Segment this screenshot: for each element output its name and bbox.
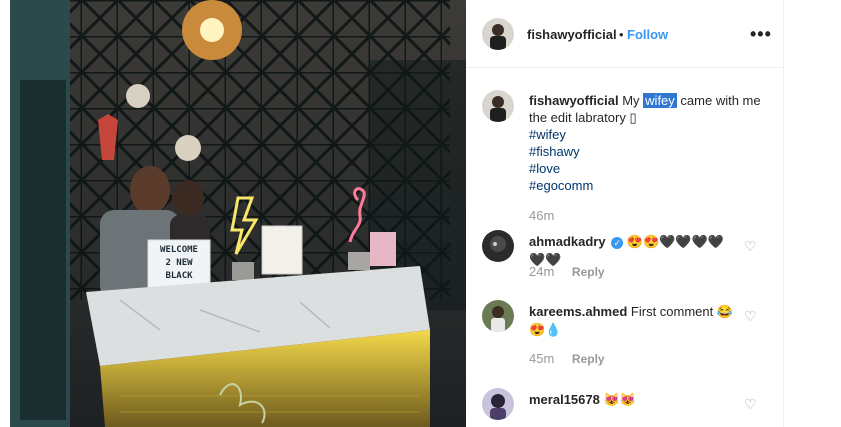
- post-side-panel: fishawyofficial • Follow ••• fishawyoffi…: [466, 0, 784, 427]
- trailing-glyph: ▯: [629, 110, 637, 125]
- photo-scene: [10, 0, 466, 427]
- comment-meta: 24m Reply: [529, 264, 605, 279]
- comment-username[interactable]: ahmadkadry: [529, 234, 606, 249]
- comment-username[interactable]: kareems.ahmed: [529, 304, 627, 319]
- hashtag-link[interactable]: #fishawy: [529, 143, 769, 160]
- post-photo[interactable]: WELCOME 2 NEW BLACK: [10, 0, 466, 427]
- comment-timestamp[interactable]: 24m: [529, 264, 554, 279]
- hashtag-link[interactable]: #wifey: [529, 126, 769, 143]
- comment-username[interactable]: meral15678: [529, 392, 600, 407]
- hashtag-link[interactable]: #love: [529, 160, 769, 177]
- highlighted-word: wifey: [643, 93, 677, 108]
- post-header: fishawyofficial • Follow •••: [466, 0, 784, 68]
- comment-meta: 45m Reply: [529, 351, 605, 366]
- separator-dot: •: [619, 27, 624, 42]
- lightbox-sign: WELCOME 2 NEW BLACK: [152, 244, 206, 283]
- avatar[interactable]: [482, 18, 514, 50]
- more-options-icon[interactable]: •••: [750, 24, 772, 45]
- reply-button[interactable]: Reply: [572, 352, 605, 366]
- avatar[interactable]: [482, 388, 514, 420]
- verified-badge-icon: ✓: [611, 236, 624, 249]
- comment-text: kareems.ahmed First comment 😂 😍💧: [529, 303, 739, 339]
- sign-line: BLACK: [165, 271, 193, 281]
- avatar[interactable]: [482, 90, 514, 122]
- caption-timestamp[interactable]: 46m: [529, 208, 554, 223]
- avatar[interactable]: [482, 230, 514, 262]
- hashtag-link[interactable]: #egocomm: [529, 177, 769, 194]
- like-heart-icon[interactable]: ♡: [744, 238, 757, 255]
- caption-text: fishawyofficial My wifey came with me th…: [529, 92, 769, 194]
- caption-text-before: My: [622, 93, 640, 108]
- comment-body: 😻😻: [603, 392, 636, 407]
- avatar[interactable]: [482, 300, 514, 332]
- caption-username[interactable]: fishawyofficial: [529, 93, 619, 108]
- like-heart-icon[interactable]: ♡: [744, 396, 757, 413]
- reply-button[interactable]: Reply: [572, 265, 605, 279]
- like-heart-icon[interactable]: ♡: [744, 308, 757, 325]
- sign-line: 2 NEW: [165, 258, 193, 268]
- post-username[interactable]: fishawyofficial: [527, 27, 617, 42]
- comment-timestamp[interactable]: 45m: [529, 351, 554, 366]
- follow-button[interactable]: Follow: [627, 27, 668, 42]
- comment-text: meral15678 😻😻: [529, 391, 739, 409]
- sign-line: WELCOME: [160, 245, 198, 255]
